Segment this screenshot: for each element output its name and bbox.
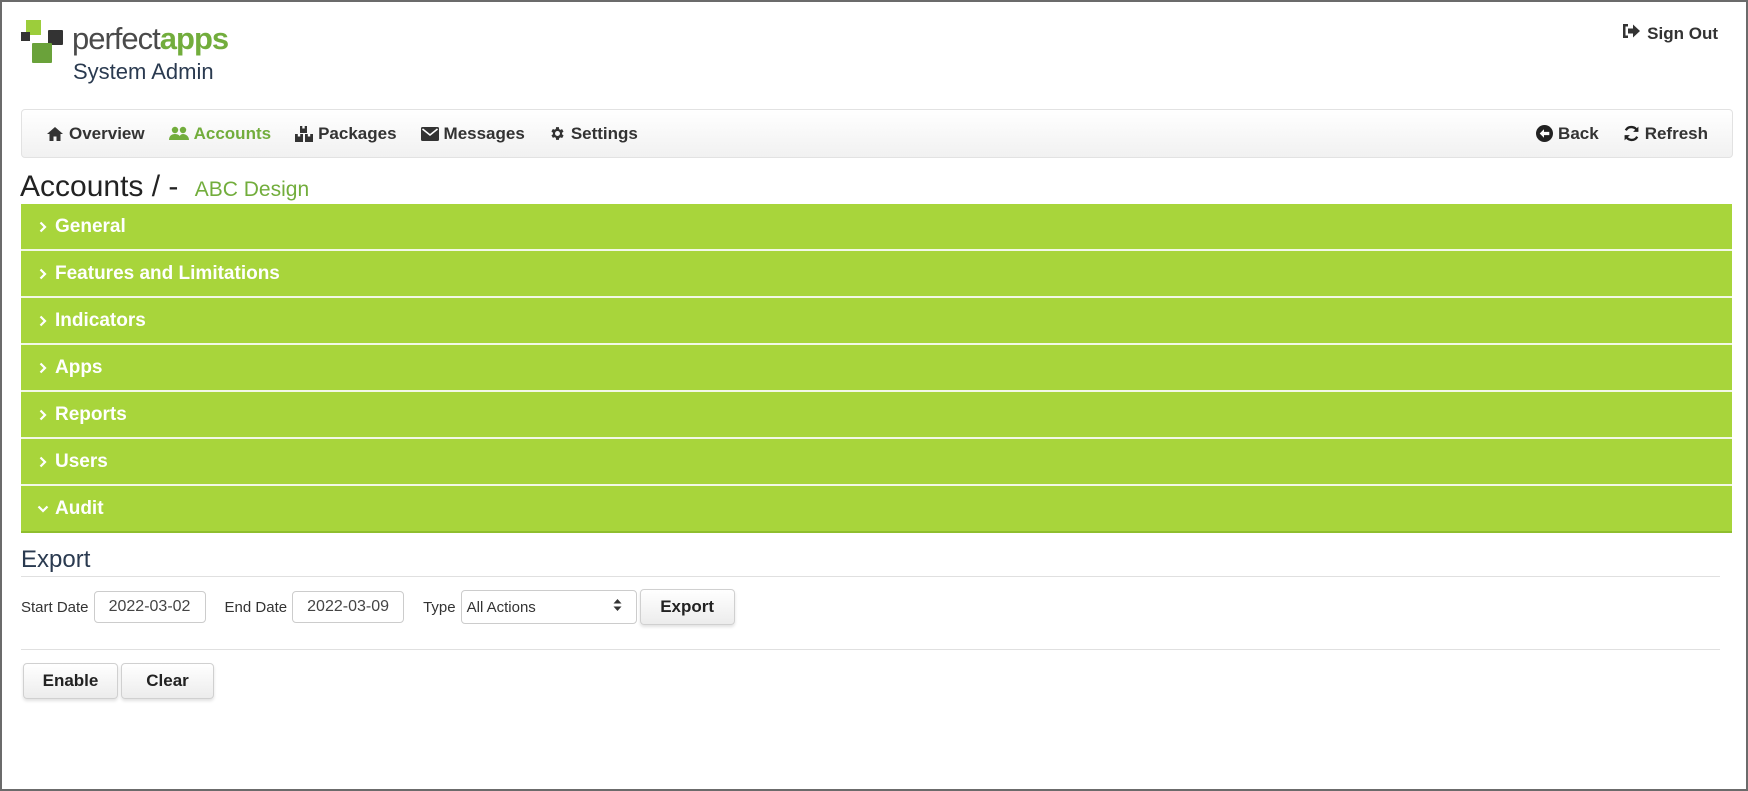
select-arrows-icon bbox=[613, 598, 622, 616]
logo-icon bbox=[21, 19, 65, 65]
nav-item-label: Accounts bbox=[193, 123, 272, 143]
accordion-section-audit[interactable]: Audit bbox=[21, 486, 1732, 533]
nav-item-label: Packages bbox=[318, 123, 397, 143]
start-date-input[interactable] bbox=[93, 591, 206, 623]
home-icon bbox=[46, 126, 64, 142]
breadcrumb: Accounts / - bbox=[20, 170, 179, 203]
audit-actions: Enable Clear bbox=[23, 663, 214, 699]
users-icon bbox=[168, 126, 189, 141]
accordion-section-label: Features and Limitations bbox=[55, 262, 280, 284]
accordion-section-reports[interactable]: Reports bbox=[21, 392, 1732, 439]
chevron-right-icon bbox=[36, 409, 50, 421]
accordion-section-features[interactable]: Features and Limitations bbox=[21, 251, 1732, 298]
app-subtitle: System Admin bbox=[73, 59, 214, 84]
nav-item-label: Settings bbox=[570, 123, 638, 143]
nav-item-settings[interactable]: Settings bbox=[537, 124, 650, 144]
account-sections-accordion: General Features and Limitations Indicat… bbox=[21, 204, 1732, 533]
export-form: Start Date End Date Type All Actions Exp… bbox=[21, 589, 735, 625]
type-label: Type bbox=[423, 598, 456, 616]
end-date-input[interactable] bbox=[292, 591, 405, 623]
accordion-section-label: Users bbox=[55, 450, 108, 472]
nav-item-messages[interactable]: Messages bbox=[409, 124, 537, 144]
account-name: ABC Design bbox=[194, 178, 310, 201]
chevron-down-icon bbox=[36, 505, 50, 513]
divider bbox=[21, 649, 1720, 650]
brand-name-part1: perfect bbox=[72, 21, 161, 56]
accordion-section-general[interactable]: General bbox=[21, 204, 1732, 251]
brand-name: perfectapps bbox=[72, 20, 229, 58]
export-heading: Export bbox=[21, 546, 91, 573]
type-select[interactable]: All Actions bbox=[460, 590, 637, 624]
nav-item-packages[interactable]: Packages bbox=[283, 124, 408, 144]
type-select-value: All Actions bbox=[466, 598, 536, 616]
accordion-section-label: Indicators bbox=[55, 309, 146, 331]
accordion-section-apps[interactable]: Apps bbox=[21, 345, 1732, 392]
chevron-right-icon bbox=[36, 221, 50, 233]
chevron-right-icon bbox=[36, 456, 50, 468]
nav-item-label: Overview bbox=[69, 123, 145, 143]
sign-out-link[interactable]: Sign Out bbox=[1621, 22, 1718, 45]
gear-icon bbox=[549, 125, 566, 142]
packages-icon bbox=[295, 125, 314, 142]
arrow-circle-left-icon bbox=[1536, 125, 1554, 142]
end-date-label: End Date bbox=[224, 598, 288, 616]
back-label: Back bbox=[1558, 123, 1599, 143]
chevron-right-icon bbox=[36, 315, 50, 327]
refresh-button[interactable]: Refresh bbox=[1611, 124, 1720, 144]
page-title: Accounts / - ABC Design bbox=[20, 170, 309, 204]
refresh-icon bbox=[1623, 125, 1640, 142]
accordion-section-users[interactable]: Users bbox=[21, 439, 1732, 486]
accordion-section-label: Reports bbox=[55, 403, 127, 425]
envelope-icon bbox=[420, 126, 439, 141]
sign-out-label: Sign Out bbox=[1647, 23, 1718, 43]
refresh-label: Refresh bbox=[1644, 123, 1708, 143]
back-button[interactable]: Back bbox=[1524, 124, 1611, 144]
accordion-section-label: Apps bbox=[55, 356, 103, 378]
main-navbar: Overview Accounts Packages Messages Sett… bbox=[21, 109, 1733, 158]
accordion-section-label: Audit bbox=[55, 497, 104, 519]
sign-out-icon bbox=[1621, 22, 1641, 45]
nav-item-overview[interactable]: Overview bbox=[34, 124, 157, 144]
divider bbox=[21, 576, 1720, 577]
chevron-right-icon bbox=[36, 362, 50, 374]
start-date-label: Start Date bbox=[21, 598, 89, 616]
app-window: perfectapps System Admin Sign Out Overvi… bbox=[0, 0, 1748, 791]
brand-name-part2: apps bbox=[159, 21, 229, 56]
chevron-right-icon bbox=[36, 268, 50, 280]
nav-item-label: Messages bbox=[443, 123, 525, 143]
nav-item-accounts[interactable]: Accounts bbox=[157, 124, 283, 144]
export-button[interactable]: Export bbox=[639, 589, 735, 625]
accordion-section-indicators[interactable]: Indicators bbox=[21, 298, 1732, 345]
clear-button[interactable]: Clear bbox=[121, 663, 214, 699]
accordion-section-label: General bbox=[55, 215, 126, 237]
enable-button[interactable]: Enable bbox=[23, 663, 118, 699]
